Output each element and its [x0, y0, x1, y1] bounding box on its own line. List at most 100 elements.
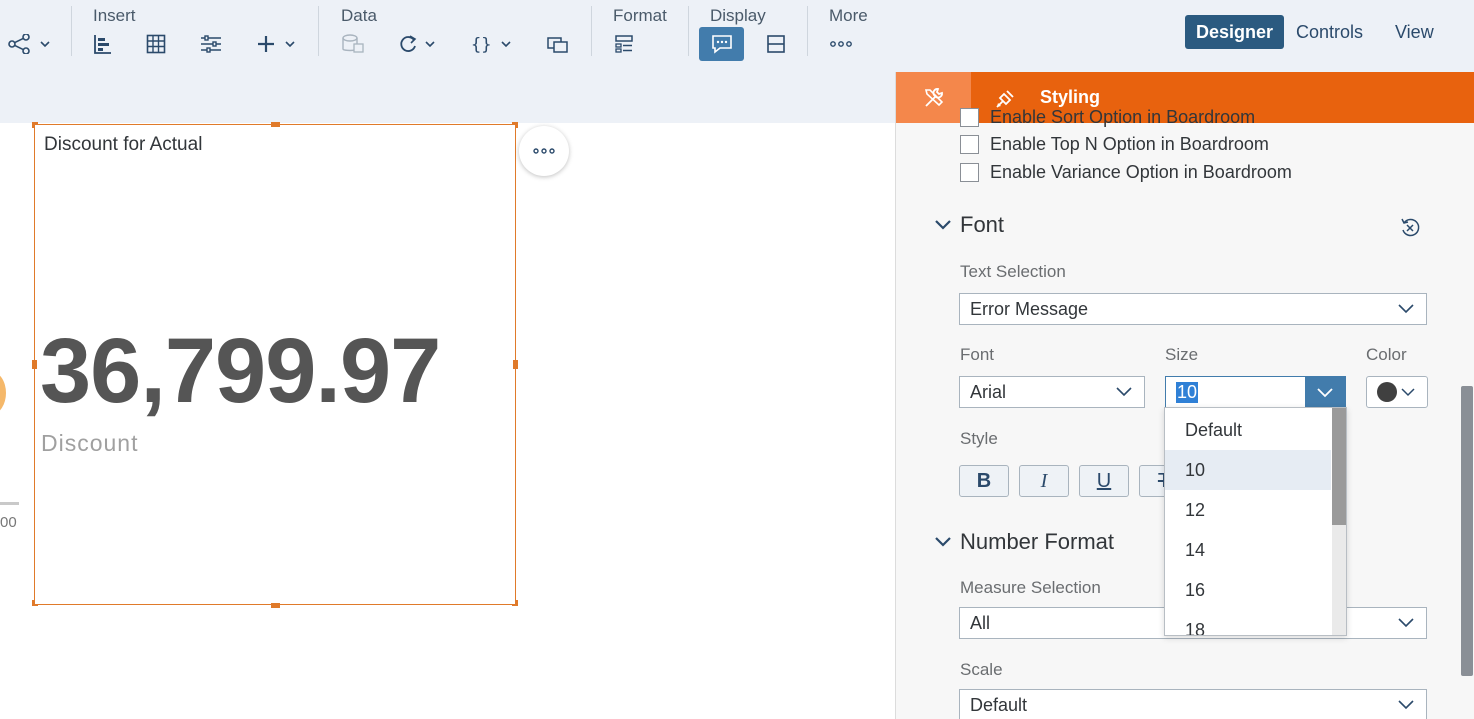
more-dots-icon — [533, 148, 555, 154]
chevron-down-icon — [935, 220, 951, 230]
checkbox-label: Enable Top N Option in Boardroom — [990, 134, 1269, 154]
resize-handle-left[interactable] — [32, 360, 37, 369]
paint-brush-icon — [996, 89, 1014, 108]
more-group-label: More — [829, 6, 868, 25]
font-family-dropdown[interactable]: Arial — [959, 376, 1145, 408]
size-option-10[interactable]: 10 — [1165, 450, 1331, 490]
font-family-value: Arial — [970, 381, 1007, 402]
insert-chart-icon[interactable] — [92, 30, 114, 58]
insert-filter-controls-icon[interactable] — [199, 30, 223, 58]
font-size-dropdown-button[interactable] — [1305, 377, 1345, 407]
measure-selection-label: Measure Selection — [960, 578, 1101, 597]
chevron-down-icon — [1116, 387, 1132, 397]
resize-handle-corner-tl[interactable] — [32, 122, 38, 128]
display-group-label: Display — [710, 6, 766, 25]
chevron-down-icon — [1398, 304, 1414, 314]
color-label: Color — [1366, 345, 1407, 364]
checkbox-label: Enable Sort Option in Boardroom — [990, 107, 1256, 127]
toolbar-separator — [591, 6, 592, 56]
dropdown-scrollbar-thumb[interactable] — [1332, 408, 1346, 525]
view-mode-button[interactable]: View — [1384, 15, 1445, 49]
comment-icon[interactable] — [699, 27, 744, 61]
size-option-default[interactable]: Default — [1165, 410, 1331, 450]
checkbox[interactable] — [960, 108, 979, 127]
data-group-label: Data — [341, 6, 377, 25]
font-color-picker[interactable] — [1366, 376, 1428, 408]
format-layout-icon[interactable] — [613, 30, 635, 58]
size-option-18[interactable]: 18 — [1165, 610, 1331, 636]
split-view-icon[interactable] — [765, 30, 787, 58]
size-option-16[interactable]: 16 — [1165, 570, 1331, 610]
style-label: Style — [960, 429, 998, 448]
panel-scrollbar[interactable] — [1461, 386, 1473, 676]
format-group-label: Format — [613, 6, 667, 25]
add-icon[interactable] — [255, 30, 299, 58]
measure-selection-value: All — [970, 612, 991, 633]
more-overflow-icon[interactable] — [829, 30, 853, 58]
chevron-down-icon — [935, 537, 951, 547]
checkbox-top-n-option[interactable]: Enable Top N Option in Boardroom — [960, 134, 1269, 155]
insert-table-icon[interactable] — [145, 30, 167, 58]
resize-handle-top[interactable] — [271, 122, 280, 127]
checkbox-label: Enable Variance Option in Boardroom — [990, 162, 1292, 182]
resize-handle-corner-tr[interactable] — [512, 122, 518, 128]
styling-tab-label: Styling — [1040, 87, 1101, 107]
font-section-title: Font — [960, 212, 1005, 237]
share-icon[interactable] — [6, 30, 54, 58]
toolbar-separator — [71, 6, 72, 56]
reset-style-icon[interactable] — [1399, 217, 1421, 244]
chevron-down-icon — [1398, 700, 1414, 710]
checkbox[interactable] — [960, 163, 979, 182]
scale-label: Scale — [960, 660, 1003, 679]
size-option-12[interactable]: 12 — [1165, 490, 1331, 530]
tile-more-actions-button[interactable] — [519, 126, 569, 176]
controls-mode-button[interactable]: Controls — [1285, 15, 1374, 49]
scale-value: Default — [970, 694, 1028, 715]
resize-handle-corner-br[interactable] — [512, 600, 518, 606]
linked-analysis-icon[interactable] — [546, 30, 570, 58]
bold-button[interactable]: B — [959, 465, 1009, 497]
text-selection-dropdown[interactable]: Error Message — [959, 293, 1427, 325]
svg-text:{}: {} — [471, 35, 491, 54]
kpi-value: 36,799.97 — [40, 320, 441, 422]
text-selection-label: Text Selection — [960, 262, 1066, 281]
toolbar-separator — [318, 6, 319, 56]
scale-dropdown[interactable]: Default — [959, 689, 1427, 719]
dropdown-scrollbar[interactable] — [1332, 408, 1346, 635]
underline-button[interactable]: U — [1079, 465, 1129, 497]
toolbar-separator — [688, 6, 689, 56]
resize-handle-bottom[interactable] — [271, 603, 280, 608]
italic-button[interactable]: I — [1019, 465, 1069, 497]
resize-handle-corner-bl[interactable] — [32, 600, 38, 606]
text-selection-value: Error Message — [970, 298, 1089, 319]
checkbox[interactable] — [960, 135, 979, 154]
refresh-icon[interactable] — [397, 30, 441, 58]
tile-title: Discount for Actual — [44, 134, 203, 155]
font-section-header[interactable]: Font — [934, 212, 1004, 238]
kpi-label: Discount — [41, 430, 139, 456]
size-option-14[interactable]: 14 — [1165, 530, 1331, 570]
font-label: Font — [960, 345, 995, 364]
checkbox-sort-option[interactable]: Enable Sort Option in Boardroom — [960, 107, 1255, 128]
font-size-value[interactable]: 10 — [1176, 382, 1199, 403]
script-braces-icon[interactable]: {} — [471, 30, 515, 58]
number-format-section-header[interactable]: Number Format — [934, 529, 1114, 555]
checkbox-variance-option[interactable]: Enable Variance Option in Boardroom — [960, 162, 1292, 183]
color-swatch — [1377, 382, 1397, 402]
size-label: Size — [1165, 345, 1199, 364]
font-size-dropdown-list: Default 10 12 14 16 18 — [1164, 407, 1347, 636]
designer-mode-button[interactable]: Designer — [1185, 15, 1285, 49]
partial-chart-axis — [0, 502, 19, 505]
number-format-title: Number Format — [960, 529, 1115, 554]
chevron-down-icon — [1317, 388, 1333, 398]
insert-group-label: Insert — [93, 6, 136, 25]
chevron-down-icon — [1401, 388, 1415, 397]
partial-axis-label: 00 — [0, 514, 17, 531]
toolbar-separator — [807, 6, 808, 56]
font-size-combobox[interactable]: 10 — [1165, 376, 1346, 408]
chevron-down-icon — [1398, 618, 1414, 628]
kpi-tile[interactable]: Discount for Actual 36,799.97 Discount — [34, 124, 516, 605]
resize-handle-right[interactable] — [513, 360, 518, 369]
database-icon[interactable] — [341, 30, 365, 58]
tools-icon — [924, 87, 943, 107]
